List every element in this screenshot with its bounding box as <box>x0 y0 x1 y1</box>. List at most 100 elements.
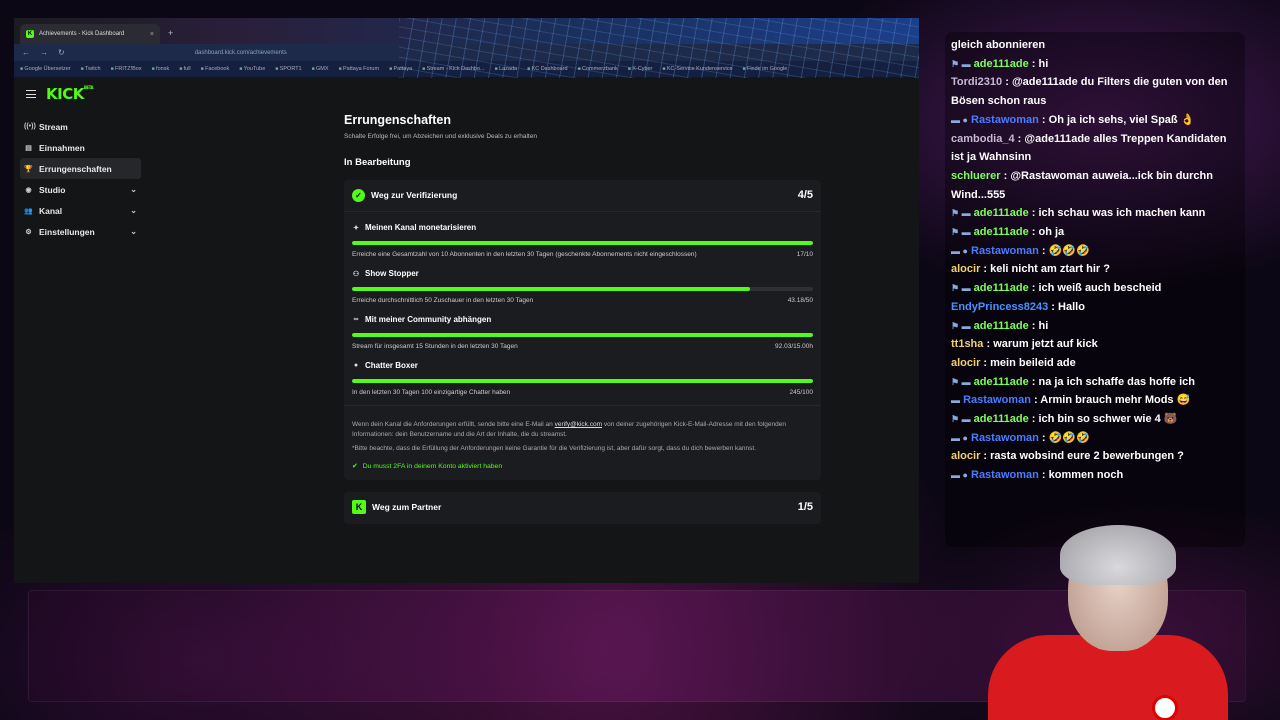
webcam-feed <box>968 525 1230 720</box>
sidebar-item-errungenschaften[interactable]: 🏆 Errungenschaften <box>20 158 141 179</box>
chat-username[interactable]: EndyPrincess8243 <box>951 301 1048 313</box>
progress-fill <box>352 333 813 337</box>
bookmark-item[interactable]: GMX <box>312 66 329 72</box>
chat-message: ⚑ ▬ ade111ade : oh ja <box>951 223 1239 242</box>
bookmark-item[interactable]: Pattaya <box>389 66 412 72</box>
chat-message: ⚑ ▬ ade111ade : hi <box>951 55 1239 74</box>
chat-username[interactable]: schluerer <box>951 170 1001 182</box>
chevron-down-icon[interactable]: ⌄ <box>130 227 137 236</box>
verification-header[interactable]: ✓ Weg zur Verifizierung 4/5 <box>352 188 813 202</box>
achievement-task: ● Chatter Boxer In den letzten 30 Tagen 10… <box>352 361 813 396</box>
bookmark-item[interactable]: Pattaya Forum <box>339 66 379 72</box>
bookmark-item[interactable]: X-Cyber <box>628 66 652 72</box>
browser-window: K Achievements - Kick Dashboard × + ← → … <box>14 18 919 583</box>
sidebar-item-einstellungen[interactable]: ⚙ Einstellungen ⌄ <box>20 221 141 242</box>
task-title-row: ● Chatter Boxer <box>352 361 813 370</box>
chat-text: : ich schau was ich machen kann <box>1031 207 1206 220</box>
chat-username[interactable]: Rastawoman <box>971 114 1039 126</box>
chat-username[interactable]: Rastawoman <box>971 245 1039 257</box>
sidebar-item-studio[interactable]: ◉ Studio ⌄ <box>20 179 141 200</box>
chat-text: : 🤣🤣🤣 <box>1041 431 1090 444</box>
chevron-down-icon[interactable]: ⌄ <box>130 206 137 215</box>
twofa-requirement: ✔ Du musst 2FA in deinem Konto aktiviert… <box>352 462 813 471</box>
chat-username[interactable]: alocir <box>951 450 980 462</box>
bookmark-item[interactable]: FRITZ!Box <box>111 66 142 72</box>
chat-message: ⚑ ▬ ade111ade : ich weiß auch bescheid <box>951 279 1239 298</box>
tab-close-icon[interactable]: × <box>150 31 154 38</box>
chevron-down-icon[interactable]: ⌄ <box>130 185 137 194</box>
bookmark-item[interactable]: Google Übersetzer <box>20 66 70 72</box>
chat-text: : rasta wobsind eure 2 bewerbungen ? <box>983 450 1184 463</box>
chat-username[interactable]: alocir <box>951 357 980 369</box>
partner-card: K Weg zum Partner 1/5 <box>344 492 821 524</box>
bookmark-item[interactable]: YouTube <box>239 66 266 72</box>
sidebar-item-kanal[interactable]: 👥 Kanal ⌄ <box>20 200 141 221</box>
verify-email-link[interactable]: verify@kick.com <box>555 421 602 428</box>
chat-badge-icon: ▬ <box>951 395 960 406</box>
trophy-icon: 🏆 <box>24 165 33 173</box>
hamburger-menu-icon[interactable] <box>26 90 36 98</box>
chat-username[interactable]: Rastawoman <box>963 394 1031 406</box>
bookmark-item[interactable]: Twitch <box>81 66 101 72</box>
sidebar-item-stream[interactable]: ((•)) Stream <box>20 116 141 137</box>
task-description: Stream für insgesamt 15 Stunden in den l… <box>352 343 518 350</box>
bookmark-item[interactable]: SPORT1 <box>275 66 302 72</box>
address-bar: ← → ↻ dashboard.kick.com/achievements <box>14 44 919 61</box>
new-tab-button[interactable]: + <box>168 28 173 38</box>
partner-header[interactable]: K Weg zum Partner 1/5 <box>352 500 813 514</box>
chat-message: tt1sha : warum jetzt auf kick <box>951 335 1239 354</box>
webcam-hair <box>1060 525 1176 585</box>
verification-card: ✓ Weg zur Verifizierung 4/5 ✦ Meinen Kana… <box>344 180 821 480</box>
task-progress-text: 92.03/15.00h <box>775 343 813 350</box>
bookmark-item[interactable]: Commerzbank <box>578 66 618 72</box>
sidebar-item-einnahmen[interactable]: ▤ Einnahmen <box>20 137 141 158</box>
people-icon: ⚇ <box>352 270 360 278</box>
chat-username[interactable]: ade111ade <box>974 376 1029 388</box>
back-icon[interactable]: ← <box>22 48 30 57</box>
chat-badge-icon: ⚑ ▬ <box>951 283 971 294</box>
chat-badge-icon: ▬ ● <box>951 470 968 481</box>
progress-bar <box>352 241 813 245</box>
chat-username[interactable]: Rastawoman <box>971 469 1039 481</box>
chat-username[interactable]: ade111ade <box>974 413 1029 425</box>
verification-title: Weg zur Verifizierung <box>371 190 458 200</box>
bookmark-item[interactable]: Stream - Kick Dashbo... <box>422 66 485 72</box>
task-list: ✦ Meinen Kanal monetarisieren Erreiche ein… <box>352 223 813 396</box>
chat-message: alocir : rasta wobsind eure 2 bewerbunge… <box>951 447 1239 466</box>
chat-badge-icon: ⚑ ▬ <box>951 227 971 238</box>
progress-bar <box>352 379 813 383</box>
chat-username[interactable]: tt1sha <box>951 338 983 350</box>
task-progress-text: 17/10 <box>796 251 813 258</box>
bookmark-item[interactable]: Lazada <box>495 66 517 72</box>
bookmark-item[interactable]: full <box>179 66 191 72</box>
bookmark-item[interactable]: Finde im Google <box>743 66 787 72</box>
task-title: Meinen Kanal monetarisieren <box>365 223 477 232</box>
chat-username[interactable]: ade111ade <box>974 207 1029 219</box>
chat-username[interactable]: Rastawoman <box>971 432 1039 444</box>
browser-tab[interactable]: K Achievements - Kick Dashboard × <box>20 24 160 44</box>
forward-icon[interactable]: → <box>40 48 48 57</box>
chat-username[interactable]: ade111ade <box>974 282 1029 294</box>
progress-fill <box>352 379 813 383</box>
task-description: Erreiche durchschnittlich 50 Zuschauer i… <box>352 297 534 304</box>
chat-text: : hi <box>1031 57 1049 70</box>
url-field[interactable]: dashboard.kick.com/achievements <box>195 50 287 56</box>
chat-username[interactable]: Tordi2310 <box>951 76 1002 88</box>
kick-logo[interactable]: KICKBETA <box>46 85 94 103</box>
bookmark-item[interactable]: KC-Service Kundenservice <box>662 66 733 72</box>
chat-message: ▬ ● Rastawoman : 🤣🤣🤣 <box>951 429 1239 448</box>
bookmark-item[interactable]: fonsk <box>152 66 169 72</box>
task-description: In den letzten 30 Tagen 100 einzigartige… <box>352 389 511 396</box>
chat-username[interactable]: alocir <box>951 263 980 275</box>
chat-message: Tordi2310 : @ade111ade du Filters die gu… <box>951 73 1239 110</box>
chat-username[interactable]: ade111ade <box>974 58 1029 70</box>
chat-message: ⚑ ▬ ade111ade : hi <box>951 317 1239 336</box>
chat-username[interactable]: cambodia_4 <box>951 133 1015 145</box>
chat-username[interactable]: ade111ade <box>974 226 1029 238</box>
chat-message: schluerer : @Rastawoman auweia...ick bin… <box>951 167 1239 204</box>
reload-icon[interactable]: ↻ <box>58 48 65 57</box>
sidebar-item-label: Stream <box>39 121 68 132</box>
chat-username[interactable]: ade111ade <box>974 320 1029 332</box>
bookmark-item[interactable]: KC Dashboard <box>527 66 568 72</box>
bookmark-item[interactable]: Facebook <box>201 66 229 72</box>
